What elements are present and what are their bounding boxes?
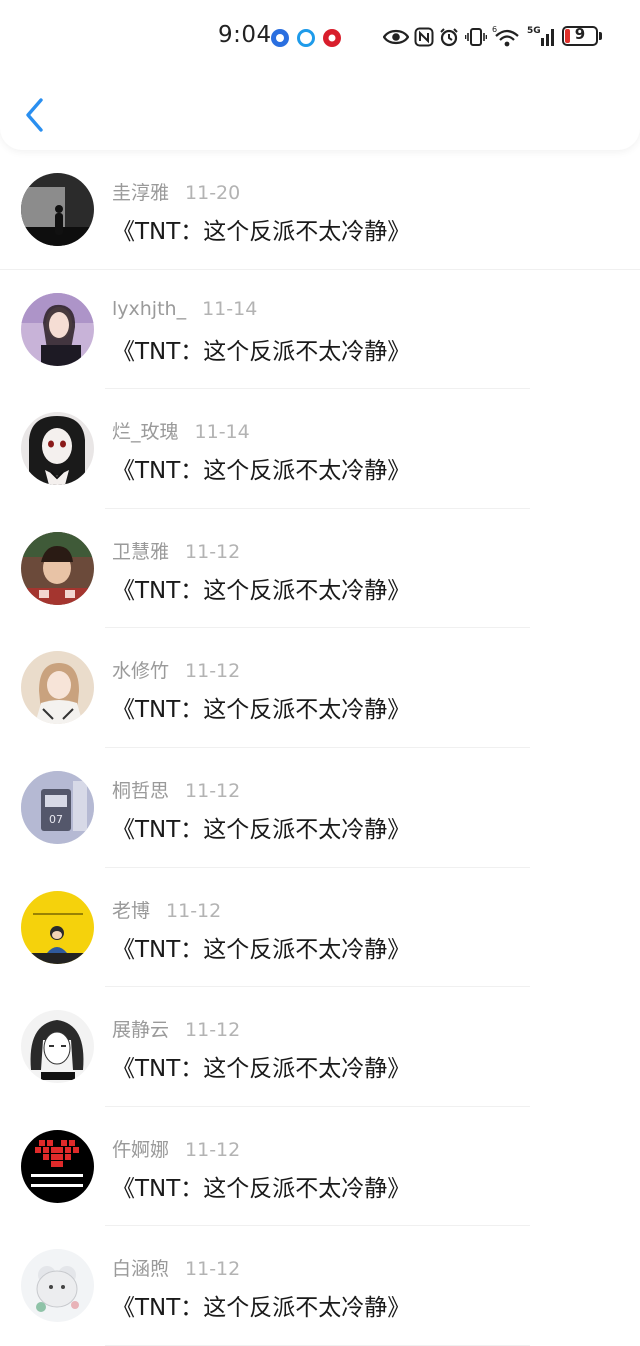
- avatar[interactable]: [21, 173, 94, 246]
- list-item[interactable]: 07 桐哲思 11-12 《TNT：这个反派不太冷静》: [0, 748, 640, 868]
- vibrate-icon: [465, 28, 487, 46]
- list-item[interactable]: lyxhjth_ 11-14 《TNT：这个反派不太冷静》: [0, 270, 640, 390]
- status-bar: 9:04 6 5G 9: [0, 0, 640, 76]
- battery-tip: [599, 32, 602, 40]
- battery-level-text: 9: [574, 25, 586, 43]
- list-item[interactable]: 展静云 11-12 《TNT：这个反派不太冷静》: [0, 987, 640, 1107]
- book-title[interactable]: 《TNT：这个反派不太冷静》: [112, 1288, 410, 1322]
- back-button[interactable]: [20, 96, 50, 134]
- comment-date: 11-12: [166, 899, 222, 922]
- svg-text:07: 07: [49, 813, 63, 826]
- comment-date: 11-14: [202, 297, 258, 320]
- avatar[interactable]: [21, 1129, 94, 1203]
- svg-text:6: 6: [492, 25, 497, 34]
- book-title[interactable]: 《TNT：这个反派不太冷静》: [112, 451, 410, 485]
- user-name[interactable]: 卫慧雅: [112, 541, 169, 563]
- item-meta: 烂_玫瑰 11-14: [112, 417, 250, 444]
- user-name[interactable]: 桐哲思: [112, 780, 169, 802]
- book-title[interactable]: 《TNT：这个反派不太冷静》: [112, 1169, 410, 1203]
- app-red-icon: [323, 29, 341, 47]
- book-title[interactable]: 《TNT：这个反派不太冷静》: [112, 571, 410, 605]
- user-name[interactable]: 圭淳雅: [112, 182, 169, 204]
- nfc-icon: [414, 27, 434, 47]
- avatar[interactable]: [21, 890, 94, 964]
- item-meta: 白涵煦 11-12: [112, 1254, 240, 1281]
- avatar[interactable]: [21, 412, 94, 486]
- comment-list: 圭淳雅 11-20 《TNT：这个反派不太冷静》 lyxhjth_ 11-14 《T…: [0, 150, 640, 1346]
- comment-date: 11-12: [185, 1258, 241, 1281]
- list-item[interactable]: 水修竹 11-12 《TNT：这个反派不太冷静》: [0, 628, 640, 748]
- signal-icon: 5G: [527, 26, 554, 46]
- list-item[interactable]: 圭淳雅 11-20 《TNT：这个反派不太冷静》: [0, 150, 640, 270]
- user-name[interactable]: 仵婀娜: [112, 1139, 169, 1161]
- list-item[interactable]: 仵婀娜 11-12 《TNT：这个反派不太冷静》: [0, 1107, 640, 1227]
- book-title[interactable]: 《TNT：这个反派不太冷静》: [112, 212, 410, 246]
- alarm-icon: [440, 28, 458, 47]
- user-name[interactable]: 白涵煦: [112, 1258, 169, 1280]
- comment-date: 11-12: [185, 779, 241, 802]
- avatar[interactable]: [21, 531, 94, 605]
- chevron-left-icon: [26, 98, 43, 132]
- avatar[interactable]: [21, 1249, 94, 1323]
- top-header: 9:04 6 5G 9: [0, 0, 640, 150]
- comment-date: 11-12: [185, 660, 241, 683]
- book-title[interactable]: 《TNT：这个反派不太冷静》: [112, 332, 410, 366]
- book-title[interactable]: 《TNT：这个反派不太冷静》: [112, 810, 410, 844]
- app-ring-icon: [297, 29, 315, 47]
- item-meta: lyxhjth_ 11-14: [112, 298, 257, 320]
- item-meta: 仵婀娜 11-12: [112, 1135, 240, 1162]
- list-item[interactable]: 烂_玫瑰 11-14 《TNT：这个反派不太冷静》: [0, 389, 640, 509]
- status-time: 9:04: [218, 22, 272, 48]
- item-meta: 展静云 11-12: [112, 1015, 240, 1042]
- book-title[interactable]: 《TNT：这个反派不太冷静》: [112, 690, 410, 724]
- item-meta: 水修竹 11-12: [112, 656, 240, 683]
- user-name[interactable]: lyxhjth_: [112, 298, 186, 320]
- comment-date: 11-12: [185, 540, 241, 563]
- app-blue-icon: [271, 29, 289, 47]
- avatar[interactable]: [21, 1010, 94, 1084]
- comment-date: 11-20: [185, 182, 241, 204]
- book-title[interactable]: 《TNT：这个反派不太冷静》: [112, 930, 410, 964]
- avatar[interactable]: [21, 651, 94, 725]
- comment-date: 11-14: [194, 421, 250, 444]
- item-meta: 圭淳雅 11-20: [112, 178, 240, 205]
- book-title[interactable]: 《TNT：这个反派不太冷静》: [112, 1049, 410, 1083]
- user-name[interactable]: 老博: [112, 900, 150, 922]
- item-meta: 卫慧雅 11-12: [112, 537, 240, 564]
- battery-icon: 9: [562, 25, 598, 46]
- list-item[interactable]: 老博 11-12 《TNT：这个反派不太冷静》: [0, 868, 640, 988]
- user-name[interactable]: 水修竹: [112, 660, 169, 682]
- comment-date: 11-12: [185, 1019, 241, 1042]
- user-name[interactable]: 展静云: [112, 1019, 169, 1041]
- wifi-icon: 6: [492, 25, 519, 47]
- comment-date: 11-12: [185, 1138, 241, 1161]
- svg-text:5G: 5G: [527, 26, 541, 36]
- list-item[interactable]: 白涵煦 11-12 《TNT：这个反派不太冷静》: [0, 1226, 640, 1346]
- list-item[interactable]: 卫慧雅 11-12 《TNT：这个反派不太冷静》: [0, 509, 640, 629]
- user-name[interactable]: 烂_玫瑰: [112, 421, 179, 443]
- avatar[interactable]: [21, 292, 94, 366]
- avatar[interactable]: 07: [21, 770, 94, 844]
- item-meta: 老博 11-12: [112, 896, 221, 923]
- eye-icon: [383, 29, 409, 45]
- item-meta: 桐哲思 11-12: [112, 776, 240, 803]
